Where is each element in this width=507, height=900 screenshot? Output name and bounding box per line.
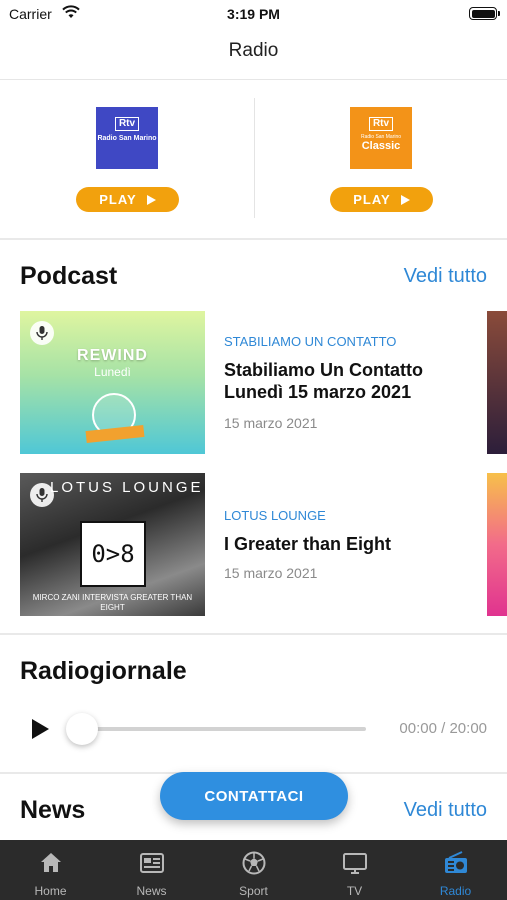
tab-tv[interactable]: TV: [304, 840, 405, 900]
station-carousel: Rtv Radio San Marino PLAY Rtv Radio San …: [0, 80, 507, 238]
tab-home[interactable]: Home: [0, 840, 101, 900]
play-button-san-marino[interactable]: PLAY: [76, 187, 179, 212]
station-card-classic: Rtv Radio San Marino Classic PLAY: [254, 80, 507, 238]
soccer-ball-icon: [242, 851, 266, 875]
podcast-date: 15 marzo 2021: [224, 565, 318, 581]
station-logo-san-marino[interactable]: Rtv Radio San Marino: [96, 107, 158, 169]
tab-label: Home: [34, 884, 67, 898]
contact-button[interactable]: CONTATTACI: [160, 772, 348, 820]
section-divider: [0, 633, 507, 635]
status-bar: Carrier 3:19 PM: [0, 0, 507, 30]
podcast-item[interactable]: REWIND Lunedì STABILIAMO UN CONTATTO Sta…: [0, 311, 507, 454]
playback-time: 00:00 / 20:00: [399, 720, 487, 737]
radiogiornale-section-title: Radiogiornale: [20, 657, 187, 685]
podcast-title[interactable]: Stabiliamo Un Contatto Lunedì 15 marzo 2…: [224, 359, 474, 403]
podcast-see-all-link[interactable]: Vedi tutto: [404, 265, 487, 288]
status-time: 3:19 PM: [227, 6, 280, 22]
battery-icon: [469, 7, 500, 20]
progress-track[interactable]: [82, 727, 366, 731]
tab-news[interactable]: News: [101, 840, 202, 900]
news-section-title: News: [20, 796, 86, 824]
artwork-subtitle: Lunedì: [94, 365, 131, 379]
podcast-artwork-rewind[interactable]: REWIND Lunedì: [20, 311, 205, 454]
podcast-artwork-lotus[interactable]: LOTUS LOUNGE 0>8 MIRCO ZANI INTERVISTA G…: [20, 473, 205, 616]
podcast-category: STABILIAMO UN CONTATTO: [224, 334, 397, 349]
audio-player: 00:00 / 20:00: [0, 706, 507, 752]
news-see-all-link[interactable]: Vedi tutto: [404, 799, 487, 822]
artwork-title: REWIND: [77, 347, 148, 364]
microphone-icon: [30, 321, 54, 345]
next-podcast-peek[interactable]: [487, 311, 507, 454]
play-button-classic[interactable]: PLAY: [330, 187, 433, 212]
play-button-label: PLAY: [99, 192, 137, 207]
station-card-san-marino: Rtv Radio San Marino PLAY: [0, 80, 253, 238]
podcast-item[interactable]: LOTUS LOUNGE 0>8 MIRCO ZANI INTERVISTA G…: [0, 473, 507, 616]
tab-label: Radio: [439, 884, 472, 898]
podcast-date: 15 marzo 2021: [224, 415, 318, 431]
section-divider: [0, 238, 507, 240]
next-podcast-peek[interactable]: [487, 473, 507, 616]
artwork-title: LOTUS LOUNGE: [50, 479, 204, 496]
station-logo-name: Radio San Marino: [97, 135, 157, 142]
tab-radio[interactable]: Radio: [405, 840, 506, 900]
tab-sport[interactable]: Sport: [203, 840, 304, 900]
newspaper-icon: [140, 853, 164, 873]
rtv-logo-text: Rtv: [114, 117, 140, 131]
radio-icon: [445, 851, 467, 873]
page-title: Radio: [228, 40, 279, 61]
tab-label: Sport: [239, 884, 268, 898]
rtv-logo-text: Rtv: [368, 117, 394, 131]
station-logo-classic[interactable]: Rtv Radio San Marino Classic: [350, 107, 412, 169]
play-triangle-icon: [400, 194, 410, 205]
artwork-ribbon: [85, 425, 145, 443]
podcast-section-title: Podcast: [20, 262, 118, 290]
play-icon[interactable]: [32, 719, 49, 739]
progress-slider-handle[interactable]: [66, 713, 98, 745]
artwork-logo-box: 0>8: [80, 521, 146, 587]
artwork-caption: MIRCO ZANI INTERVISTA GREATER THAN EIGHT: [32, 593, 193, 612]
home-icon: [41, 853, 61, 872]
podcast-category: LOTUS LOUNGE: [224, 508, 326, 523]
tab-label: News: [136, 884, 167, 898]
play-triangle-icon: [146, 194, 156, 205]
tv-icon: [343, 853, 367, 874]
podcast-title[interactable]: I Greater than Eight: [224, 533, 474, 555]
tab-bar: Home News Sport TV Radio: [0, 840, 507, 900]
tab-label: TV: [346, 884, 363, 898]
artwork-logo-text: 0>8: [91, 540, 135, 568]
play-button-label: PLAY: [353, 192, 391, 207]
station-logo-name: Classic: [361, 140, 401, 152]
